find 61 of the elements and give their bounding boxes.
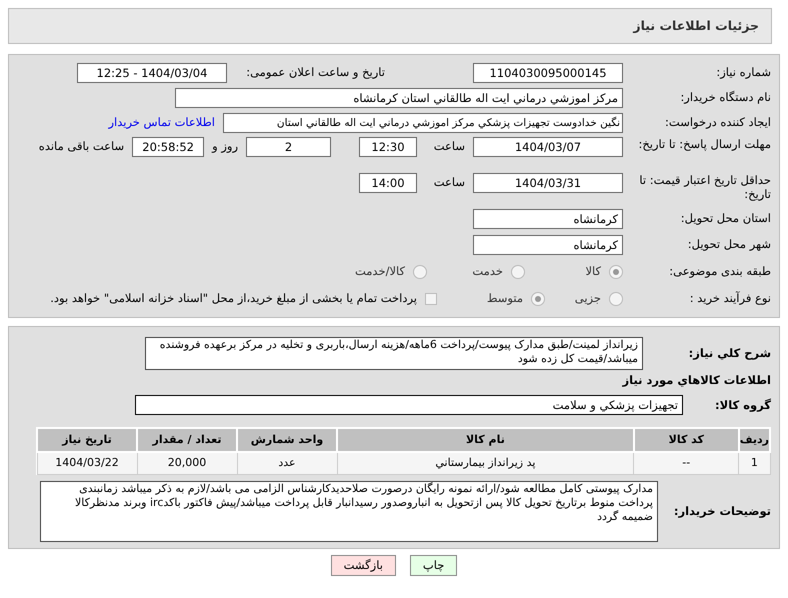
radio-button[interactable] <box>609 292 623 306</box>
field-label: شهر محل تحویل: <box>686 236 771 254</box>
remaining-time-field: 20:58:52 <box>132 137 204 157</box>
field-label: ساعت <box>432 138 465 156</box>
field-label: ایجاد کننده درخواست: <box>664 114 771 132</box>
column-header: کد کالا <box>634 428 739 452</box>
column-header: تعداد / مقدار <box>137 428 237 452</box>
page-title: جزئیات اطلاعات نیاز <box>633 16 759 35</box>
radio-label: متوسط <box>486 290 523 308</box>
treasury-note: پرداخت تمام یا بخشی از مبلغ خرید،از محل "اسناد خزانه اسلامی" خواهد بود. <box>50 290 417 308</box>
radio-label: جزیی <box>574 290 601 308</box>
field-label: ساعت <box>432 174 465 192</box>
field-label: ساعت باقی مانده <box>38 138 124 156</box>
radio-button[interactable] <box>511 265 525 279</box>
column-header: تاريخ نياز <box>37 428 137 452</box>
radio-button[interactable] <box>413 265 427 279</box>
buyer-notes-textarea[interactable]: مدارک پيوستی کامل مطالعه شود/ارائه نمونه رايگان درصورت صلاحديدکارشناس الزامی می باشد/لازم به ذکر ميباشد زمانبندی پرداخت منوط برتاريخ تحويل کالا پس ازتحويل به انباروصدور رسيدانبار قابل پرداخت ميباشد/پيش فاکتور باکدirc وبرند مدنظرکالا ضميمه گردد <box>40 480 658 542</box>
table-cell: 1 <box>738 452 770 474</box>
radio-label: کالا/خدمت <box>354 263 405 280</box>
radio-button[interactable] <box>531 292 545 306</box>
field-label: مهلت ارسال پاسخ: تا تاریخ: <box>637 137 771 151</box>
need-number-field: 1104030095000145 <box>473 63 623 83</box>
checkbox[interactable] <box>425 293 437 305</box>
field-label: شرح کلي نياز: <box>688 344 771 362</box>
field-label: گروه کالا: <box>714 396 771 414</box>
buyer-field: مرکز اموزشي درماني ايت اله طالقاني استان کرمانشاه <box>175 88 623 108</box>
print-button[interactable]: چاپ <box>410 554 458 576</box>
field-label: حداقل تاریخ اعتبار قیمت: تا تاریخ: <box>638 173 771 201</box>
field-label: توضیحات خریدار: <box>672 502 771 520</box>
deadline-date-field: 1404/03/07 <box>473 137 623 157</box>
announce-date-field: 1404/03/04 - 12:25 <box>77 63 227 83</box>
radio-label: کالا <box>585 263 601 280</box>
radio-label: خدمت <box>472 263 503 280</box>
column-header: رديف <box>738 428 770 452</box>
city-field: کرمانشاه <box>473 235 623 255</box>
table-cell: 1404/03/22 <box>37 452 137 474</box>
table-cell: -- <box>634 452 739 474</box>
days-field: 2 <box>246 137 331 157</box>
province-field: کرمانشاه <box>473 209 623 229</box>
table-cell: 20,000 <box>137 452 237 474</box>
column-header: نام کالا <box>337 428 634 452</box>
field-label: طبقه بندی موضوعی: <box>668 263 771 280</box>
section-title: اطلاعات کالاهاي مورد نياز <box>621 372 771 389</box>
radio-button[interactable] <box>609 265 623 279</box>
field-label: تاریخ و ساعت اعلان عمومی: <box>245 64 385 82</box>
deadline-time-field: 12:30 <box>359 137 417 157</box>
table-cell: پد زيرانداز بيمارستاني <box>337 452 634 474</box>
creator-field: نگين خدادوست تجهيزات پزشکي مرکز اموزشي درماني ايت اله طالقاني استان <box>223 113 623 133</box>
validity-date-field: 1404/03/31 <box>473 173 623 193</box>
goods-group-field: تجهيزات پزشکي و سلامت <box>135 395 683 416</box>
contact-link[interactable]: اطلاعات تماس خریدار <box>108 114 215 132</box>
table-cell: عدد <box>237 452 337 474</box>
field-label: نام دستگاه خریدار: <box>679 89 771 106</box>
field-label: روز و <box>212 138 238 156</box>
validity-time-field: 14:00 <box>359 173 417 193</box>
field-label: شماره نیاز: <box>715 64 771 82</box>
field-label: نوع فرآیند خرید : <box>688 290 771 308</box>
column-header: واحد شمارش <box>237 428 337 452</box>
back-button[interactable]: بازگشت <box>330 554 396 576</box>
field-label: استان محل تحویل: <box>680 210 771 228</box>
description-textarea[interactable]: زيرانداز لمينت/طبق مدارک پيوست/پرداخت 6ماهه/هزينه ارسال،باربری و تخليه در مرکز برعهده فروشنده ميباشد/قيمت کل زده شود <box>145 337 643 370</box>
